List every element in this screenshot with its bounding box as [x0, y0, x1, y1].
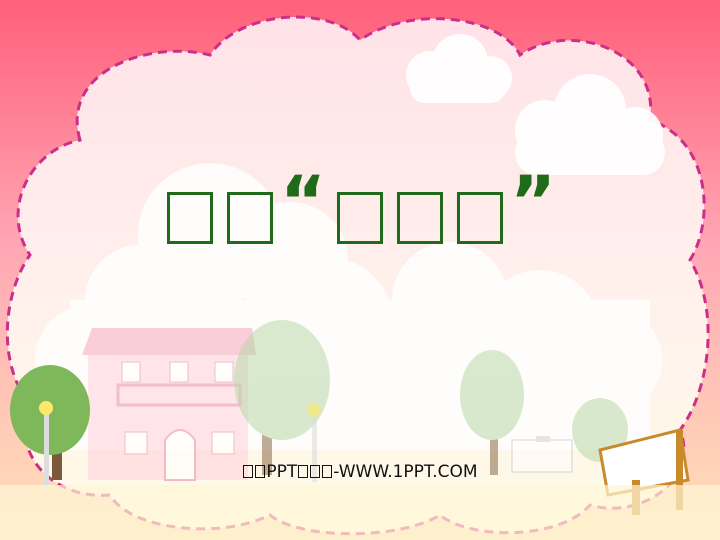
subtitle-brand: PPT [266, 462, 298, 482]
subtitle-glyph [255, 465, 266, 478]
title-glyph [457, 192, 503, 245]
slide-title: “” [0, 167, 720, 252]
subtitle-glyph [310, 465, 321, 478]
title-glyph [397, 192, 443, 245]
title-glyph [166, 192, 213, 245]
subtitle-glyph [322, 465, 333, 478]
title-close-quote: ” [510, 161, 561, 244]
subtitle-glyph [298, 465, 309, 478]
title-glyph [226, 192, 273, 245]
background-scene [0, 0, 720, 540]
title-open-quote: “ [279, 161, 330, 244]
subtitle-glyph [243, 465, 254, 478]
house-illustration [82, 328, 256, 481]
title-glyph [337, 192, 383, 245]
slide-subtitle: PPT -WWW.1PPT.COM [0, 462, 720, 482]
subtitle-site: -WWW.1PPT.COM [333, 462, 478, 482]
